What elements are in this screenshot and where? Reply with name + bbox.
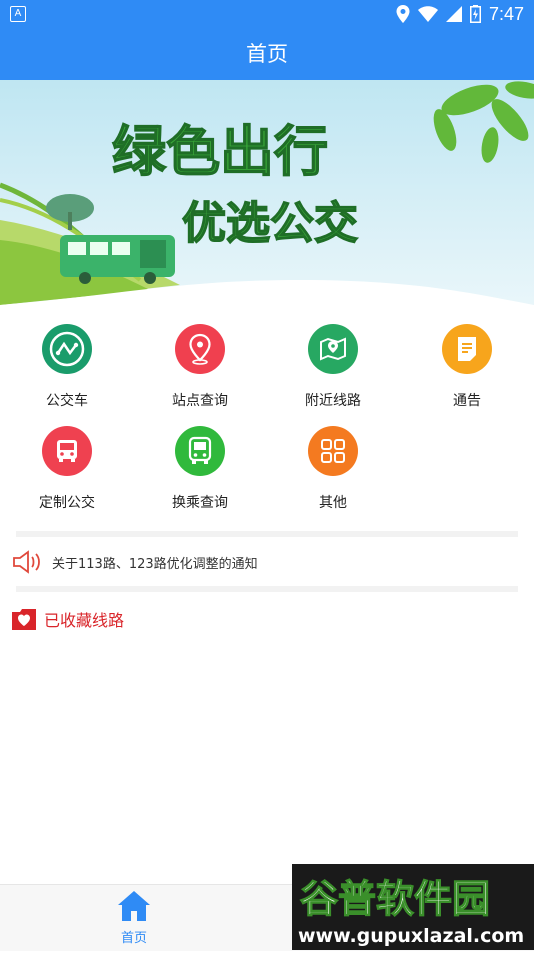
- location-pin-icon: [175, 324, 225, 374]
- menu-item-nearby-routes[interactable]: 附近线路: [278, 324, 388, 410]
- map-icon: [308, 324, 358, 374]
- document-icon: [442, 324, 492, 374]
- menu-label: 公交车: [46, 393, 88, 409]
- watermark-title: 谷普软件园: [300, 877, 490, 921]
- tab-home[interactable]: 首页: [104, 889, 164, 946]
- bus-front-icon: [175, 426, 225, 476]
- speaker-icon: [13, 550, 40, 574]
- banner-slogan-line1: 绿色出行: [112, 120, 328, 183]
- location-icon: [396, 5, 410, 23]
- menu-item-announcement[interactable]: 通告: [412, 324, 522, 410]
- wifi-icon: [417, 6, 438, 22]
- status-bar: A 7:47: [0, 0, 534, 28]
- promo-banner[interactable]: 绿色出行 优选公交: [0, 80, 534, 305]
- watermark-url: www.gupuxlazal.com: [298, 925, 524, 947]
- divider: [16, 586, 518, 592]
- tab-home-label: 首页: [120, 931, 147, 946]
- favorite-routes-link[interactable]: 已收藏线路: [10, 606, 124, 632]
- menu-item-bus[interactable]: 公交车: [12, 324, 122, 410]
- bus-icon: [42, 426, 92, 476]
- menu-label: 附近线路: [305, 393, 361, 409]
- heart-folder-icon: [12, 609, 36, 630]
- menu-label: 通告: [453, 393, 481, 409]
- site-watermark: 谷普软件园 www.gupuxlazal.com: [292, 864, 534, 950]
- banner-slogan-line2: 优选公交: [182, 198, 358, 249]
- menu-label: 换乘查询: [172, 495, 228, 511]
- favorite-routes-label: 已收藏线路: [44, 611, 125, 630]
- home-icon: [118, 891, 150, 921]
- battery-icon: [469, 5, 481, 23]
- notice-bar[interactable]: 关于113路、123路优化调整的通知: [12, 546, 258, 578]
- menu-item-transfer-query[interactable]: 换乘查询: [145, 426, 255, 512]
- menu-item-other[interactable]: 其他: [278, 426, 388, 512]
- notice-text: 关于113路、123路优化调整的通知: [52, 556, 258, 572]
- app-notification-icon: A: [10, 6, 26, 22]
- menu-label: 其他: [319, 495, 347, 511]
- clock: 7:47: [488, 3, 524, 24]
- menu-item-stop-query[interactable]: 站点查询: [145, 324, 255, 410]
- page-title: 首页: [0, 28, 534, 80]
- menu-item-custom-bus[interactable]: 定制公交: [12, 426, 122, 512]
- route-icon: [42, 324, 92, 374]
- signal-icon: [445, 6, 462, 22]
- grid-icon: [308, 426, 358, 476]
- menu-label: 站点查询: [172, 393, 228, 409]
- divider: [16, 531, 518, 537]
- menu-label: 定制公交: [39, 495, 95, 511]
